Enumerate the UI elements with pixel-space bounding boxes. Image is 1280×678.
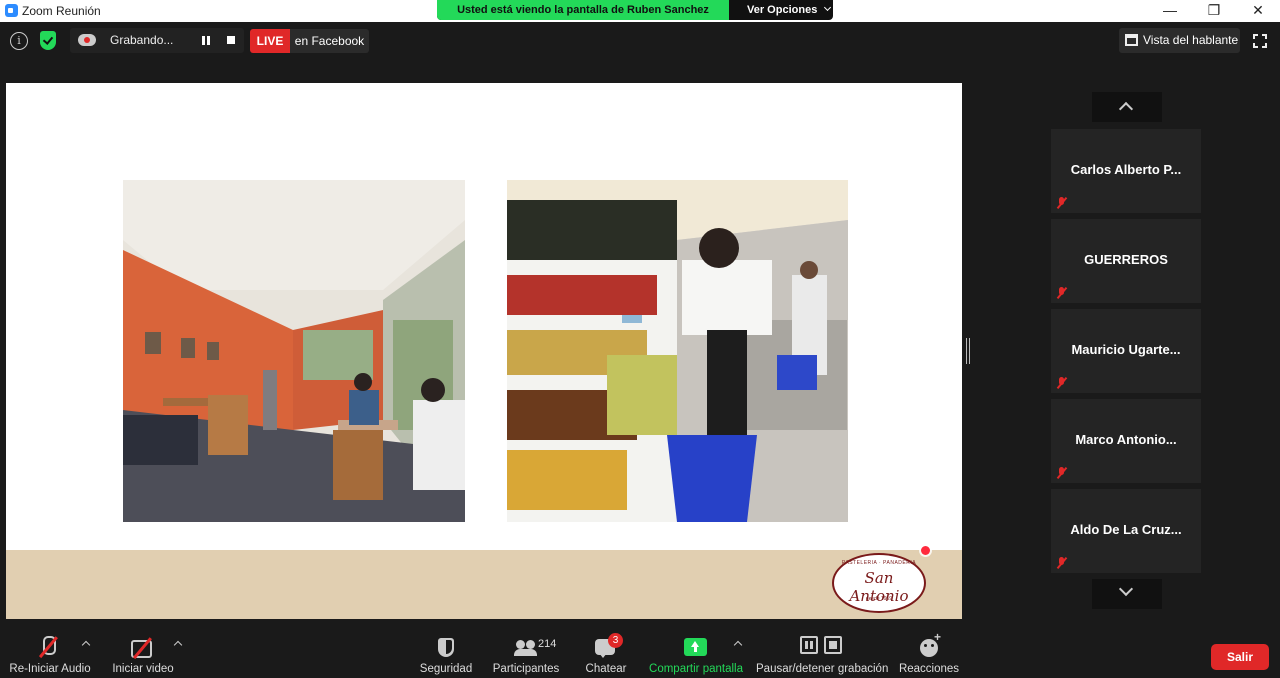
recording-indicator: Grabando...	[70, 28, 244, 53]
participant-name: GUERREROS	[1084, 252, 1168, 267]
share-screen-label: Compartir pantalla	[649, 663, 743, 675]
zoom-app-icon	[5, 4, 18, 17]
stop-icon	[824, 636, 842, 654]
view-options-button[interactable]: Ver Opciones	[729, 0, 833, 20]
gallery-scroll-up-button[interactable]	[1092, 92, 1162, 122]
audio-label: Re-Iniciar Audio	[9, 663, 91, 675]
recording-label: Grabando...	[110, 33, 174, 47]
muted-mic-icon	[1057, 557, 1066, 568]
pause-stop-recording-button[interactable]: Pausar/detener grabación	[756, 626, 889, 678]
muted-mic-icon	[1057, 377, 1066, 388]
security-button[interactable]: Seguridad	[416, 626, 476, 678]
pause-icon	[800, 636, 818, 654]
muted-mic-icon	[38, 636, 58, 660]
cloud-recording-icon	[78, 34, 96, 46]
pause-recording-button[interactable]	[202, 36, 210, 45]
encryption-shield-icon[interactable]	[40, 31, 56, 50]
logo-since-text: desde 1959	[865, 596, 893, 602]
chat-unread-badge: 3	[608, 633, 623, 648]
chat-label: Chatear	[585, 663, 627, 675]
muted-mic-icon	[1057, 287, 1066, 298]
window-title: Zoom Reunión	[22, 4, 101, 18]
participant-name: Mauricio Ugarte...	[1071, 342, 1181, 357]
share-screen-icon	[684, 638, 707, 656]
participant-tile[interactable]: Aldo De La Cruz...	[1051, 489, 1201, 573]
chat-button[interactable]: 3 Chatear	[580, 626, 632, 678]
participants-icon	[514, 640, 538, 656]
meeting-info-icon[interactable]: i	[10, 32, 28, 50]
participant-tile[interactable]: Carlos Alberto P...	[1051, 129, 1201, 213]
reaction-smiley-icon	[920, 630, 941, 657]
video-button[interactable]: Iniciar video	[103, 626, 183, 678]
security-shield-icon	[438, 638, 454, 657]
speaker-view-label: Vista del hablante	[1143, 33, 1239, 47]
share-status-message: Usted está viendo la pantalla de Ruben S…	[437, 0, 729, 20]
audio-button[interactable]: Re-Iniciar Audio	[0, 626, 100, 678]
stop-recording-button[interactable]	[227, 36, 235, 44]
chevron-down-icon	[1118, 581, 1134, 597]
video-label: Iniciar video	[112, 663, 174, 675]
speaker-view-button[interactable]: Vista del hablante	[1119, 28, 1240, 53]
slide-footer-band	[6, 550, 962, 619]
restore-button[interactable]: ❐	[1192, 0, 1236, 22]
reactions-label: Reacciones	[898, 663, 960, 675]
live-stream-target[interactable]: en Facebook	[290, 29, 369, 53]
minimize-button[interactable]: —	[1148, 0, 1192, 22]
participant-tile[interactable]: Marco Antonio...	[1051, 399, 1201, 483]
muted-mic-icon	[1057, 197, 1066, 208]
muted-mic-icon	[1057, 467, 1066, 478]
screen-share-banner: Usted está viendo la pantalla de Ruben S…	[437, 0, 833, 20]
logo-arc-text: PASTELERIA · PANADERIA	[841, 560, 917, 566]
participant-tile[interactable]: GUERREROS	[1051, 219, 1201, 303]
recording-control-label: Pausar/detener grabación	[756, 663, 889, 675]
share-screen-button[interactable]: Compartir pantalla	[646, 626, 746, 678]
participant-tile[interactable]: Mauricio Ugarte...	[1051, 309, 1201, 393]
reactions-button[interactable]: Reacciones	[898, 626, 960, 678]
shared-screen-slide: PASTELERIA · PANADERIA San Antonio desde…	[6, 83, 962, 619]
participants-count: 214	[538, 638, 557, 650]
chevron-up-icon	[1118, 101, 1134, 117]
view-options-label: Ver Opciones	[747, 4, 818, 16]
participant-name: Carlos Alberto P...	[1070, 162, 1182, 177]
grocery-store-photo	[507, 180, 848, 522]
chevron-down-icon	[824, 3, 832, 12]
meeting-controls-bar: Re-Iniciar Audio Iniciar video Seguridad…	[0, 626, 1280, 678]
close-button[interactable]: ✕	[1236, 0, 1280, 22]
participant-name: Aldo De La Cruz...	[1070, 522, 1182, 537]
live-badge[interactable]: LIVE	[250, 29, 290, 53]
participant-name: Marco Antonio...	[1075, 432, 1177, 447]
view-layout-icon	[1125, 34, 1138, 46]
panel-resize-handle[interactable]	[966, 338, 970, 364]
participants-button[interactable]: 214 Participantes	[488, 626, 564, 678]
san-antonio-logo: PASTELERIA · PANADERIA San Antonio desde…	[832, 553, 926, 613]
gallery-scroll-down-button[interactable]	[1092, 579, 1162, 609]
video-off-icon	[131, 638, 155, 658]
leave-meeting-button[interactable]: Salir	[1211, 644, 1269, 670]
pointer-dot	[921, 546, 930, 555]
participants-label: Participantes	[492, 663, 560, 675]
security-label: Seguridad	[419, 663, 473, 675]
fullscreen-icon[interactable]	[1253, 34, 1267, 48]
restaurant-photo	[123, 180, 465, 522]
